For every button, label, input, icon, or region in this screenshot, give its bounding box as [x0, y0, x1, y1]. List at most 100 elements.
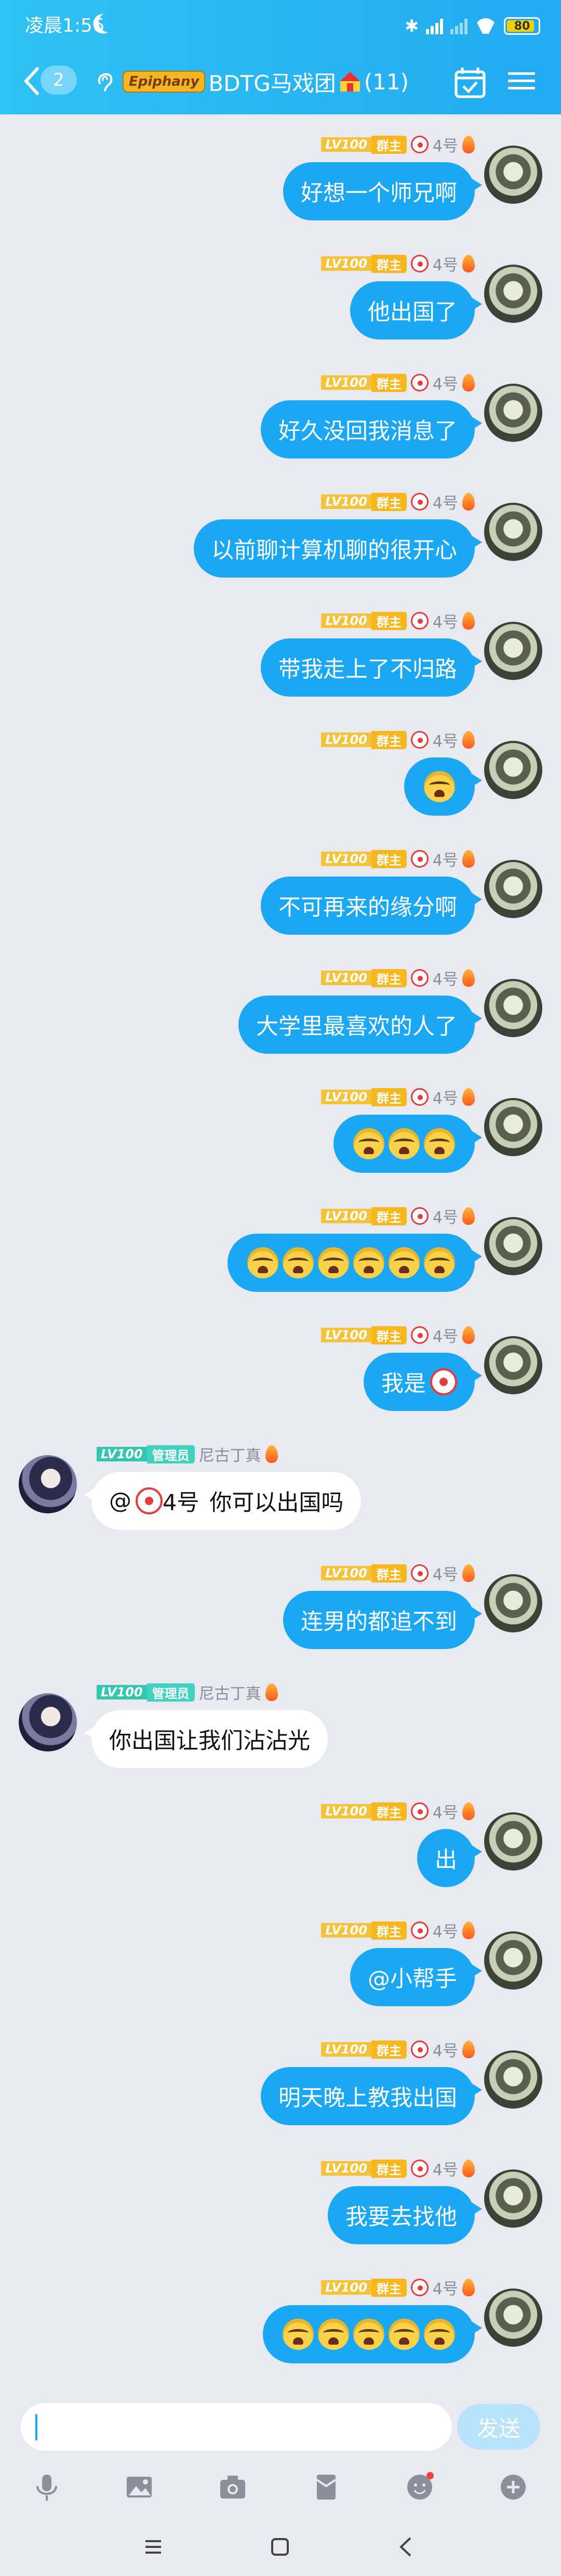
sender-name[interactable]: 4号 — [433, 1324, 458, 1346]
ear-icon[interactable] — [92, 68, 118, 94]
avatar[interactable] — [484, 1336, 542, 1394]
level-label: LV100 — [321, 1923, 371, 1938]
mention-at[interactable]: @ — [109, 1488, 131, 1514]
sender-name[interactable]: 4号 — [433, 1205, 458, 1227]
message-bubble[interactable]: @4号 你可以出国吗 — [84, 1472, 362, 1530]
sender-name[interactable]: 4号 — [433, 966, 458, 989]
avatar[interactable] — [484, 1931, 542, 1990]
message-bubble[interactable]: 以前聊计算机聊的很开心 — [194, 519, 482, 578]
role-label: 群主 — [371, 373, 407, 392]
image-icon[interactable] — [124, 2472, 155, 2503]
sender-name[interactable]: 4号 — [433, 2157, 458, 2180]
sender-name[interactable]: 4号 — [433, 1919, 458, 1942]
sender-meta: LV100 群主 4号 — [321, 1086, 475, 1108]
mention-name[interactable]: 4号 — [163, 1485, 199, 1517]
back-nav-icon[interactable] — [394, 2534, 420, 2560]
message-bubble[interactable] — [263, 2305, 482, 2363]
message-input[interactable] — [21, 2403, 452, 2451]
owner-badge: LV100 群主 — [321, 1087, 407, 1107]
avatar[interactable] — [19, 1693, 77, 1751]
avatar[interactable] — [484, 979, 542, 1037]
message-bubble[interactable] — [333, 1115, 482, 1173]
menu-icon[interactable] — [506, 68, 537, 99]
message-bubble[interactable]: 大学里最喜欢的人了 — [238, 996, 482, 1054]
avatar[interactable] — [484, 741, 542, 799]
clown-icon — [410, 2279, 429, 2296]
sender-name[interactable]: 4号 — [433, 609, 458, 632]
avatar[interactable] — [19, 1455, 77, 1513]
message-bubble[interactable]: @小帮手 — [350, 1948, 482, 2006]
group-title[interactable]: Epiphany BDTG马戏团 (11) — [123, 63, 409, 100]
level-label: LV100 — [321, 613, 371, 628]
avatar[interactable] — [484, 265, 542, 323]
message-bubble[interactable]: 带我走上了不归路 — [261, 638, 482, 697]
clown-icon — [410, 850, 429, 868]
avatar[interactable] — [484, 384, 542, 442]
avatar[interactable] — [484, 1098, 542, 1156]
sender-name[interactable]: 4号 — [433, 1086, 458, 1108]
message-bubble[interactable]: 出 — [417, 1829, 482, 1887]
message-bubble[interactable]: 他出国了 — [350, 281, 482, 339]
avatar[interactable] — [484, 1217, 542, 1275]
message-bubble[interactable]: 明天晚上教我出国 — [261, 2067, 482, 2125]
avatar[interactable] — [484, 2169, 542, 2228]
sender-name[interactable]: 4号 — [433, 252, 458, 275]
message-bubble[interactable] — [404, 757, 482, 816]
fire-icon — [462, 2160, 475, 2177]
sender-name[interactable]: 4号 — [433, 728, 458, 751]
message-bubble[interactable]: 我是 — [364, 1353, 482, 1411]
sender-name[interactable]: 4号 — [433, 2276, 458, 2299]
avatar[interactable] — [484, 860, 542, 918]
fire-icon — [462, 255, 475, 272]
level-label: LV100 — [321, 137, 371, 152]
fire-icon — [265, 1445, 278, 1463]
emoji-icon[interactable] — [404, 2472, 435, 2503]
avatar[interactable] — [484, 146, 542, 204]
mic-icon[interactable] — [31, 2472, 62, 2503]
clown-icon — [410, 1326, 429, 1344]
sender-name[interactable]: 尼古丁真 — [199, 1681, 261, 1704]
message-bubble[interactable]: 你出国让我们沾沾光 — [84, 1710, 328, 1768]
menu-nav-icon[interactable] — [140, 2534, 166, 2560]
message-bubble[interactable] — [228, 1234, 482, 1292]
avatar[interactable] — [484, 1574, 542, 1632]
message-bubble[interactable]: 好久没回我消息了 — [261, 400, 482, 459]
sender-name[interactable]: 4号 — [433, 1800, 458, 1823]
message-row: LV100 群主 4号 他出国了 — [0, 252, 561, 356]
clown-icon — [410, 2041, 429, 2058]
role-label: 群主 — [371, 2278, 407, 2297]
chevron-left-icon — [23, 67, 39, 95]
message-bubble[interactable]: 我要去找他 — [328, 2186, 482, 2244]
role-label: 群主 — [371, 611, 407, 630]
avatar[interactable] — [484, 2289, 542, 2347]
sender-meta: LV100 群主 4号 — [321, 1800, 475, 1823]
message-row: LV100 群主 4号 不可再来的缘分啊 — [0, 847, 561, 951]
sender-name[interactable]: 4号 — [433, 133, 458, 156]
role-label: 管理员 — [146, 1445, 195, 1463]
sender-name[interactable]: 尼古丁真 — [199, 1443, 261, 1466]
sender-name[interactable]: 4号 — [433, 371, 458, 394]
level-label: LV100 — [321, 2280, 371, 2295]
sender-name[interactable]: 4号 — [433, 1562, 458, 1585]
fire-icon — [462, 1802, 475, 1820]
message-bubble[interactable]: 不可再来的缘分啊 — [261, 877, 482, 935]
avatar[interactable] — [484, 622, 542, 680]
sender-name[interactable]: 4号 — [433, 847, 458, 870]
role-label: 群主 — [371, 1802, 407, 1821]
avatar[interactable] — [484, 503, 542, 561]
unread-count-badge[interactable]: 2 — [41, 66, 77, 95]
sender-name[interactable]: 4号 — [433, 490, 458, 513]
red-packet-icon[interactable] — [311, 2472, 342, 2503]
sender-name[interactable]: 4号 — [433, 2038, 458, 2061]
plus-icon[interactable] — [498, 2472, 529, 2503]
home-nav-icon[interactable] — [267, 2534, 293, 2560]
message-text: 好久没回我消息了 — [278, 419, 457, 444]
send-button[interactable]: 发送 — [457, 2404, 540, 2450]
message-bubble[interactable]: 好想一个师兄啊 — [283, 162, 482, 220]
sender-meta: LV100 群主 4号 — [321, 966, 475, 989]
calendar-check-icon[interactable] — [452, 64, 488, 101]
camera-icon[interactable] — [217, 2472, 248, 2503]
avatar[interactable] — [484, 1812, 542, 1871]
avatar[interactable] — [484, 2050, 542, 2109]
message-bubble[interactable]: 连男的都追不到 — [283, 1591, 482, 1649]
